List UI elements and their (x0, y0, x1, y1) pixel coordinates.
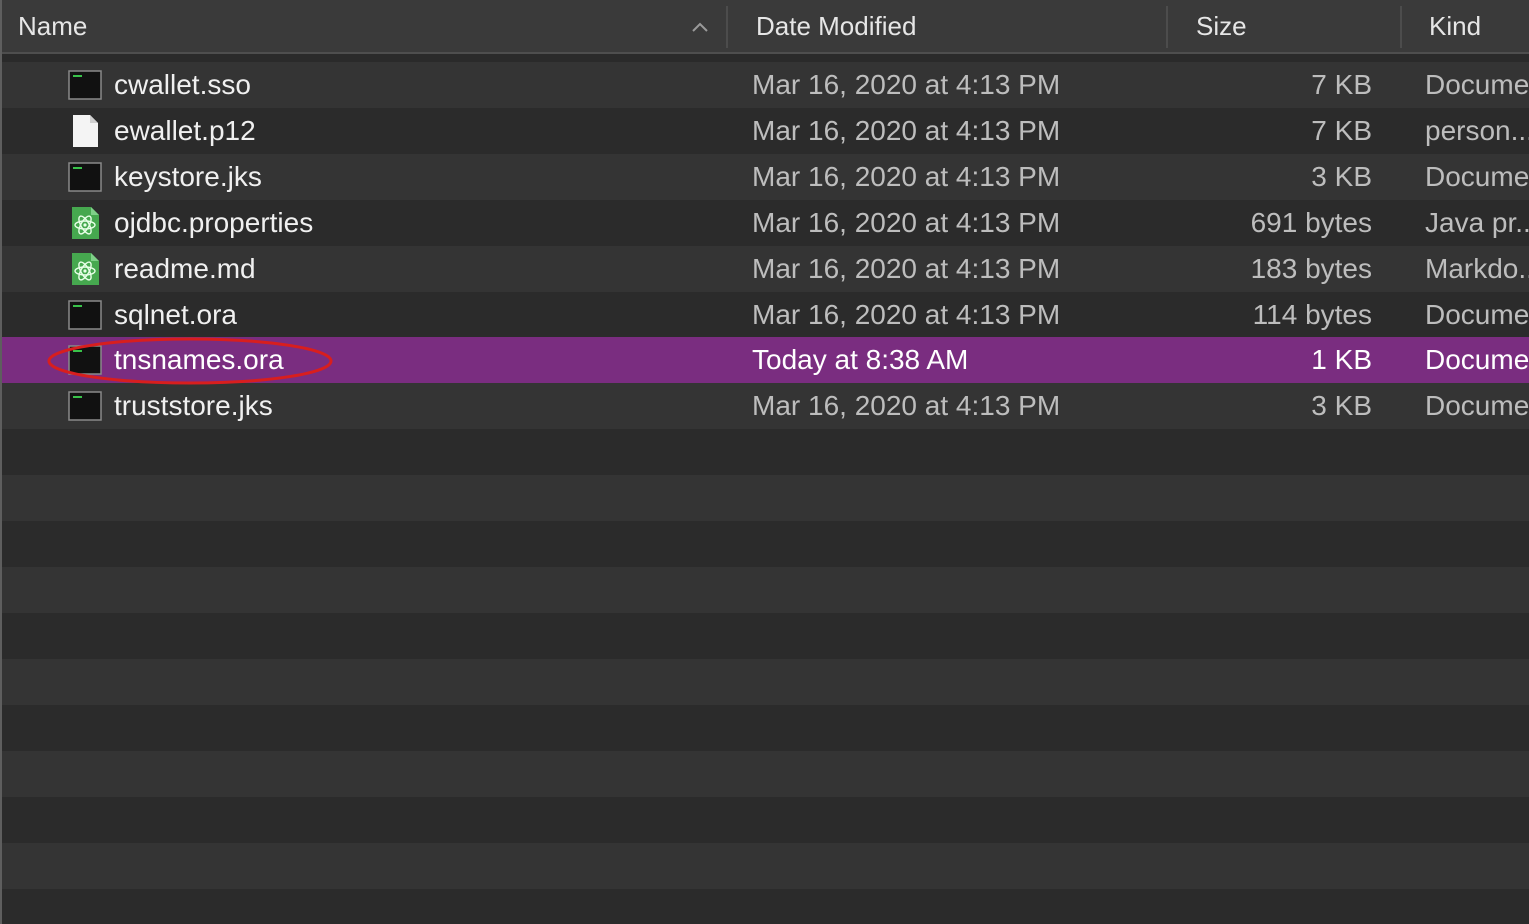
file-name: tnsnames.ora (114, 344, 284, 375)
file-size: 3 KB (1311, 161, 1372, 192)
file-date-modified: Mar 16, 2020 at 4:13 PM (752, 253, 1061, 284)
empty-row (2, 475, 1529, 521)
file-size: 691 bytes (1250, 207, 1372, 238)
empty-row (2, 797, 1529, 843)
file-kind: person... (1425, 115, 1529, 146)
file-row[interactable]: truststore.jks Mar 16, 2020 at 4:13 PM 3… (2, 383, 1529, 429)
file-name: sqlnet.ora (114, 299, 237, 330)
file-name: ojdbc.properties (114, 207, 314, 238)
file-row[interactable]: sqlnet.ora Mar 16, 2020 at 4:13 PM 114 b… (2, 292, 1529, 338)
empty-row (2, 613, 1529, 659)
file-size: 183 bytes (1250, 253, 1372, 284)
file-name: truststore.jks (114, 390, 273, 421)
file-size: 114 bytes (1252, 299, 1372, 330)
file-kind: Docume (1425, 299, 1529, 330)
file-date-modified: Mar 16, 2020 at 4:13 PM (752, 161, 1061, 192)
chevron-up-icon[interactable] (690, 20, 710, 34)
column-header-name[interactable]: Name (18, 0, 87, 52)
file-kind: Java pr... (1425, 207, 1529, 238)
blank-document-icon (73, 115, 98, 147)
file-size: 3 KB (1311, 390, 1372, 421)
file-row-selected[interactable]: tnsnames.ora Today at 8:38 AM 1 KB Docum… (2, 337, 1529, 383)
file-list: cwallet.sso Mar 16, 2020 at 4:13 PM 7 KB… (2, 54, 1529, 924)
file-date-modified: Today at 8:38 AM (752, 344, 969, 375)
file-kind: Docume (1425, 390, 1529, 421)
file-name: readme.md (114, 253, 256, 284)
column-divider[interactable] (1400, 6, 1402, 48)
file-row[interactable]: ojdbc.properties Mar 16, 2020 at 4:13 PM… (2, 200, 1529, 246)
empty-row (2, 521, 1529, 567)
atom-document-icon (72, 253, 99, 285)
column-header-date-modified[interactable]: Date Modified (756, 0, 916, 52)
column-header-kind[interactable]: Kind (1429, 0, 1481, 52)
terminal-document-icon (68, 345, 102, 375)
column-header-size[interactable]: Size (1196, 0, 1247, 52)
file-size: 7 KB (1311, 69, 1372, 100)
terminal-document-icon (68, 391, 102, 421)
file-size: 7 KB (1311, 115, 1372, 146)
empty-row (2, 705, 1529, 751)
empty-row (2, 843, 1529, 889)
empty-row (2, 889, 1529, 924)
file-kind: Markdo... (1425, 253, 1529, 284)
file-kind: Docume (1425, 161, 1529, 192)
terminal-document-icon (68, 70, 102, 100)
file-date-modified: Mar 16, 2020 at 4:13 PM (752, 299, 1061, 330)
file-name: keystore.jks (114, 161, 262, 192)
terminal-document-icon (68, 162, 102, 192)
file-row[interactable]: readme.md Mar 16, 2020 at 4:13 PM 183 by… (2, 246, 1529, 292)
file-row[interactable]: cwallet.sso Mar 16, 2020 at 4:13 PM 7 KB… (2, 62, 1529, 108)
file-name: ewallet.p12 (114, 115, 256, 146)
file-date-modified: Mar 16, 2020 at 4:13 PM (752, 115, 1061, 146)
finder-list-view: Name Date Modified Size Kind cwallet.sso… (0, 0, 1529, 924)
file-kind: Docume (1425, 344, 1529, 375)
file-row[interactable]: keystore.jks Mar 16, 2020 at 4:13 PM 3 K… (2, 154, 1529, 200)
file-date-modified: Mar 16, 2020 at 4:13 PM (752, 390, 1061, 421)
empty-row (2, 751, 1529, 797)
atom-document-icon (72, 207, 99, 239)
file-size: 1 KB (1311, 344, 1372, 375)
empty-row (2, 659, 1529, 705)
empty-row (2, 429, 1529, 475)
column-divider[interactable] (1166, 6, 1168, 48)
terminal-document-icon (68, 300, 102, 330)
file-name: cwallet.sso (114, 69, 251, 100)
column-header-bar: Name Date Modified Size Kind (2, 0, 1529, 54)
file-row[interactable]: ewallet.p12 Mar 16, 2020 at 4:13 PM 7 KB… (2, 108, 1529, 154)
column-divider[interactable] (726, 6, 728, 48)
file-date-modified: Mar 16, 2020 at 4:13 PM (752, 69, 1061, 100)
file-kind: Docume (1425, 69, 1529, 100)
empty-row (2, 567, 1529, 613)
file-date-modified: Mar 16, 2020 at 4:13 PM (752, 207, 1061, 238)
